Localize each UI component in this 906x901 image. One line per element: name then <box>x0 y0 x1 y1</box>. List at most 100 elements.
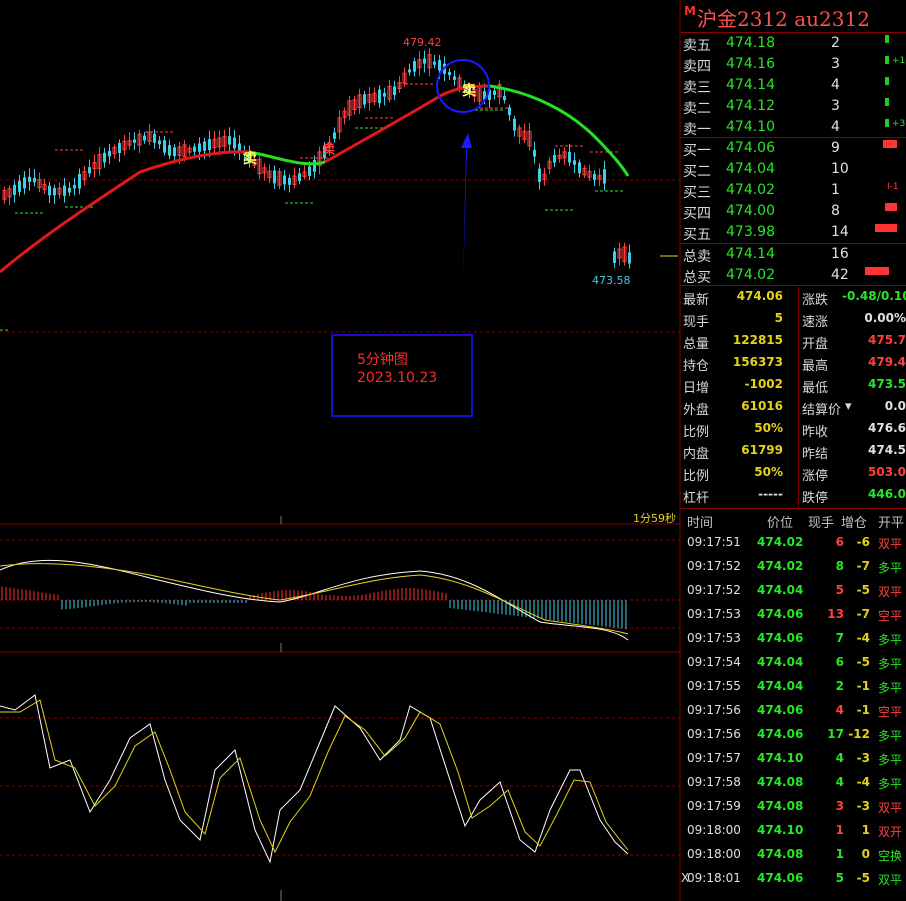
candle-body <box>448 71 451 76</box>
candle-body <box>28 176 31 182</box>
ask-price: 474.10 <box>726 119 775 135</box>
tick-time: 09:17:53 <box>687 631 741 645</box>
tick-type: 空换 <box>878 849 903 863</box>
tick-row[interactable]: 09:17:54 474.04 6 -5 多平 <box>681 650 906 674</box>
candle-body <box>118 142 121 154</box>
tick-row[interactable]: 09:17:56 474.06 4 -1 空平 <box>681 698 906 722</box>
kdj-d-line <box>0 699 629 854</box>
tick-price: 474.06 <box>757 631 804 645</box>
candle-body <box>433 61 436 65</box>
tick-row[interactable]: X 09:18:01 474.06 5 -5 双平 <box>681 866 906 890</box>
ask-volume: 4 <box>831 119 840 135</box>
candle-body <box>393 86 396 96</box>
tick-volume: 1 <box>835 847 844 861</box>
tick-volume: 2 <box>835 679 844 693</box>
tick-row[interactable]: 09:18:00 474.10 1 1 双开 <box>681 818 906 842</box>
ask-level-3[interactable]: 卖三 474.14 4 <box>681 75 906 96</box>
tick-row[interactable]: 09:17:59 474.08 3 -3 双平 <box>681 794 906 818</box>
tick-row[interactable]: 09:17:53 474.06 7 -4 多平 <box>681 626 906 650</box>
ask-label: 卖二 <box>683 101 711 117</box>
bid-level-1[interactable]: 买一 474.06 9 -5 <box>681 138 906 159</box>
tick-volume: 17 <box>827 727 844 741</box>
candle-body <box>313 159 316 172</box>
tick-row[interactable]: 09:17:55 474.04 2 -1 多平 <box>681 674 906 698</box>
quote-row: 日增 -1002 最低 473.5 <box>681 375 906 397</box>
tick-type: 多平 <box>878 633 903 647</box>
bid-label: 买一 <box>683 143 711 159</box>
col-time: 时间 <box>687 516 714 531</box>
tick-price: 474.02 <box>757 535 804 549</box>
tick-increase: 1 <box>861 823 870 837</box>
high-price-label: 479.42 <box>403 36 442 49</box>
quote-value: 61016 <box>741 399 783 413</box>
quote-row: 杠杆 ----- 跌停 446.0 <box>681 485 906 507</box>
price-chart[interactable] <box>0 0 681 901</box>
candle-body <box>288 177 291 185</box>
candle-body <box>363 94 366 105</box>
tick-row[interactable]: 09:17:56 474.06 17 -12 多平 <box>681 722 906 746</box>
col-inc: 增仓 <box>841 516 868 531</box>
quote-value: 474.5 <box>868 443 906 457</box>
contract-title: 沪金2312 au2312 <box>697 7 870 31</box>
tick-time: 09:17:56 <box>687 727 741 741</box>
tick-type: 双平 <box>878 873 903 887</box>
total-volume-bar <box>865 267 889 275</box>
tick-time: 09:17:59 <box>687 799 741 813</box>
sell-signal: 卖 <box>243 151 257 167</box>
bid-volume: 1 <box>831 182 840 198</box>
candle-body <box>88 167 91 174</box>
quote-row: 持仓 156373 最高 479.4 <box>681 353 906 375</box>
tick-row[interactable]: 09:17:52 474.04 5 -5 双平 <box>681 578 906 602</box>
bid-level-2[interactable]: 买二 474.04 10 <box>681 159 906 180</box>
tick-row[interactable]: 09:17:58 474.08 4 -4 多平 <box>681 770 906 794</box>
col-type: 开平 <box>878 516 905 531</box>
bid-price: 474.06 <box>726 140 775 156</box>
tick-row[interactable]: 09:17:51 474.02 6 -6 双平 <box>681 530 906 554</box>
candle-body <box>203 141 206 151</box>
ask-volume: 4 <box>831 77 840 93</box>
tick-price: 474.06 <box>757 727 804 741</box>
book-total: 总买 474.02 42 <box>681 265 906 286</box>
bid-volume: 8 <box>831 203 840 219</box>
bid-label: 买五 <box>683 227 711 243</box>
bid-level-4[interactable]: 买四 474.00 8 <box>681 201 906 222</box>
tick-price: 474.02 <box>757 559 804 573</box>
bid-level-3[interactable]: 买三 474.02 1 I-1 <box>681 180 906 201</box>
quote-label: 跌停 <box>802 491 829 506</box>
candle-body <box>603 169 606 184</box>
ma-line-up <box>0 150 251 274</box>
tick-row[interactable]: 09:17:53 474.06 13 -7 空平 <box>681 602 906 626</box>
quote-label: 总量 <box>683 337 710 352</box>
ask-level-2[interactable]: 卖二 474.12 3 <box>681 96 906 117</box>
tick-row[interactable]: 09:17:52 474.02 8 -7 多平 <box>681 554 906 578</box>
tick-time: 09:18:00 <box>687 847 741 861</box>
tick-volume: 6 <box>835 535 844 549</box>
candle-body <box>453 76 456 80</box>
quote-value: 473.5 <box>868 377 906 391</box>
ask-level-1[interactable]: 卖一 474.10 4 +3 <box>681 117 906 138</box>
candle-body <box>533 149 536 157</box>
col-vol: 现手 <box>808 516 835 531</box>
ask-level-4[interactable]: 卖四 474.16 3 +1 <box>681 54 906 75</box>
bid-level-5[interactable]: 买五 473.98 14 <box>681 222 906 243</box>
tick-volume: 5 <box>835 583 844 597</box>
quote-separator <box>681 508 906 509</box>
candle-body <box>208 139 211 151</box>
bid-change: I-1 <box>887 182 899 192</box>
tick-increase: -6 <box>856 535 870 549</box>
contract-header[interactable]: M 沪金2312 au2312 <box>681 0 906 33</box>
candle-body <box>593 173 596 180</box>
candle-body <box>308 166 311 176</box>
annotation-title: 5分钟图 <box>357 352 408 368</box>
ask-volume: 2 <box>831 35 840 51</box>
bid-price: 474.04 <box>726 161 775 177</box>
tick-time: 09:18:00 <box>687 823 741 837</box>
tick-row[interactable]: 09:17:57 474.10 4 -3 多平 <box>681 746 906 770</box>
candle-body <box>628 252 631 264</box>
quote-value: 5 <box>774 311 783 325</box>
bid-volume: 14 <box>831 224 849 240</box>
quote-label: 最高 <box>802 359 829 374</box>
tick-row[interactable]: 09:18:00 474.08 1 0 空换 <box>681 842 906 866</box>
ask-level-5[interactable]: 卖五 474.18 2 <box>681 33 906 54</box>
market-badge: M <box>684 4 696 18</box>
